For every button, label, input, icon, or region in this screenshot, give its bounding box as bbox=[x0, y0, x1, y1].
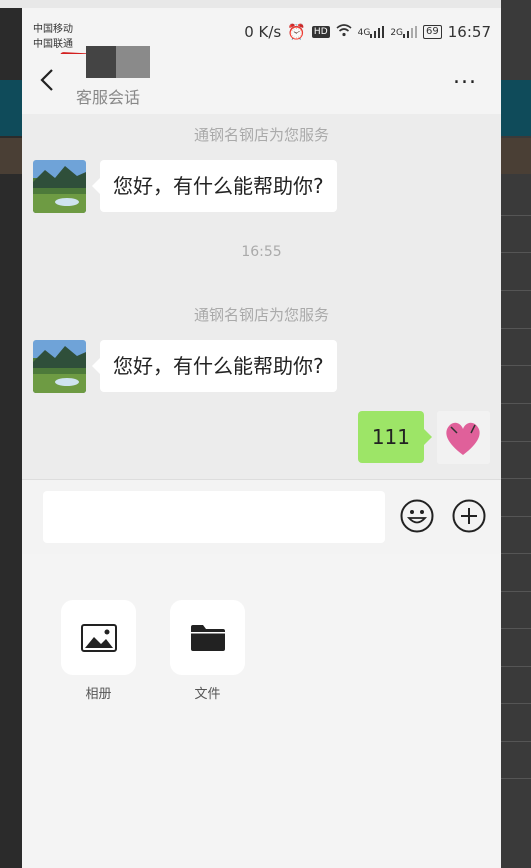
status-time: 16:57 bbox=[447, 23, 491, 41]
message-input[interactable] bbox=[43, 491, 385, 543]
attachment-panel: 相册 文件 bbox=[22, 554, 501, 868]
background-app-tab-right bbox=[501, 138, 531, 174]
incoming-message: 您好，有什么能帮助你? bbox=[92, 160, 337, 212]
file-label: 文件 bbox=[194, 687, 221, 702]
signal-icon-1: 4G bbox=[358, 26, 385, 38]
net-speed: 0 K/s bbox=[244, 23, 282, 41]
more-button[interactable]: ... bbox=[453, 64, 477, 89]
incoming-message: 您好，有什么能帮助你? bbox=[92, 340, 337, 392]
outgoing-message: 111 bbox=[357, 411, 433, 463]
chevron-left-icon bbox=[40, 69, 53, 91]
redacted-title-dark bbox=[86, 46, 116, 78]
signal-2-label: 2G bbox=[390, 28, 404, 38]
emoji-button[interactable] bbox=[400, 499, 434, 533]
carrier-label-1: 中国移动 bbox=[33, 24, 73, 35]
back-button[interactable] bbox=[40, 68, 54, 97]
background-app-header-left bbox=[0, 80, 22, 136]
plus-circle-icon bbox=[452, 499, 486, 533]
system-message: 通钢名钢店为您服务 bbox=[193, 126, 329, 144]
album-button[interactable]: 相册 bbox=[61, 600, 136, 702]
battery-icon: 69 bbox=[423, 25, 442, 39]
background-app-header-right bbox=[501, 80, 531, 136]
service-avatar[interactable] bbox=[33, 340, 86, 393]
album-tile[interactable] bbox=[61, 600, 136, 675]
hd-icon: HD bbox=[311, 26, 330, 38]
input-bar bbox=[22, 479, 501, 555]
emoji-icon bbox=[400, 499, 434, 533]
carrier-label-2: 中国联通 bbox=[33, 39, 73, 50]
folder-icon bbox=[190, 624, 225, 651]
system-message: 通钢名钢店为您服务 bbox=[193, 306, 329, 324]
signal-1-label: 4G bbox=[357, 28, 371, 38]
signal-icon-2: 2G bbox=[390, 26, 418, 38]
background-top-strip bbox=[0, 0, 531, 8]
wifi-icon bbox=[336, 23, 352, 41]
service-avatar[interactable] bbox=[33, 160, 86, 213]
album-label: 相册 bbox=[85, 687, 112, 702]
background-app-tab-left bbox=[0, 138, 22, 174]
chat-header: 客服会话 ... bbox=[22, 46, 501, 114]
message-timestamp: 16:55 bbox=[241, 244, 282, 260]
message-list: 通钢名钢店为您服务 您好，有什么能帮助你? 16:55 通钢名钢店为您服务 您好… bbox=[22, 114, 501, 479]
alarm-icon: ⏰ bbox=[287, 23, 306, 41]
chat-subtitle: 客服会话 bbox=[76, 88, 141, 107]
phone-screen: 中国移动 中国联通 0 K/s ⏰ HD 4G 2G 69 16:57 客服会话… bbox=[22, 8, 501, 868]
file-button[interactable]: 文件 bbox=[170, 600, 245, 702]
file-tile[interactable] bbox=[170, 600, 245, 675]
status-icons: 0 K/s ⏰ HD 4G 2G 69 16:57 bbox=[244, 23, 491, 41]
user-avatar[interactable] bbox=[437, 411, 490, 464]
image-icon bbox=[80, 623, 117, 652]
more-actions-button[interactable] bbox=[452, 499, 486, 533]
